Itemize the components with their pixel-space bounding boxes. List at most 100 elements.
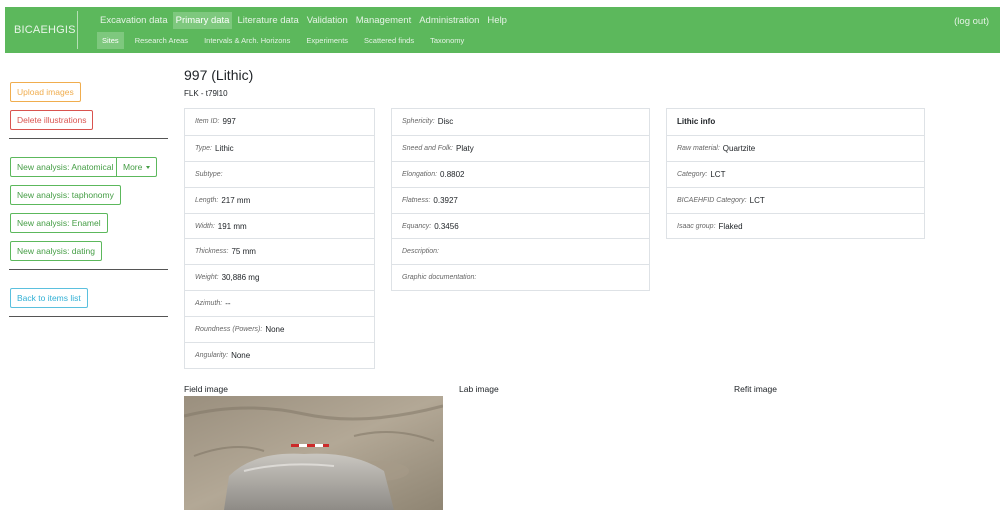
field-value: 0.3927 [433, 195, 458, 205]
field-label: BICAEHFID Category: [677, 196, 747, 204]
field-label: Item ID: [195, 118, 220, 126]
table-row: Length: 217 mm [185, 186, 374, 213]
field-label: Sneed and Folk: [402, 144, 453, 152]
field-photo-graphic [184, 396, 443, 510]
menu-help[interactable]: Help [484, 12, 510, 29]
top-navbar: BICAEHGIS Excavation data Primary data L… [5, 7, 1000, 53]
new-analysis-enamel-button[interactable]: New analysis: Enamel [10, 213, 108, 233]
table-row: Item ID: 997 [185, 109, 374, 135]
field-label: Thickness: [195, 248, 229, 256]
field-label: Length: [195, 196, 219, 204]
table-row: Subtype: [185, 160, 374, 187]
field-value: 217 mm [221, 195, 251, 205]
field-value: 191 mm [217, 221, 247, 231]
item-shape-table: Sphericity: Disc Sneed and Folk: Platy Elo… [391, 108, 650, 292]
logout-link[interactable]: (log out) [954, 16, 989, 27]
field-image[interactable] [184, 396, 443, 510]
table-row: Azimuth: -- [185, 290, 374, 316]
main-menu: Excavation data Primary data Literature … [97, 12, 512, 29]
submenu-taxonomy[interactable]: Taxonomy [425, 32, 469, 49]
table-row: Sneed and Folk: Platy [392, 134, 649, 161]
field-label: Flatness: [402, 196, 431, 204]
field-value: 0.3456 [434, 221, 459, 231]
table-row: Type: Lithic [185, 134, 374, 161]
field-label: Sphericity: [402, 118, 435, 126]
new-analysis-dating-button[interactable]: New analysis: dating [10, 241, 102, 261]
field-value: 997 [222, 117, 236, 127]
lab-image-label: Lab image [459, 384, 499, 394]
field-label: Roundness (Powers): [195, 326, 263, 334]
field-value: Flaked [718, 221, 743, 231]
menu-primary-data[interactable]: Primary data [172, 12, 233, 29]
field-value: None [231, 350, 251, 360]
field-value: Quartzite [722, 143, 756, 153]
field-label: Equancy: [402, 222, 432, 230]
table-row: Category: LCT [667, 160, 924, 187]
table-row: BICAEHFID Category: LCT [667, 186, 924, 213]
menu-excavation-data[interactable]: Excavation data [97, 12, 171, 29]
sidebar-divider [9, 316, 168, 317]
page-title: 997 (Lithic) [184, 67, 254, 83]
table-row: Weight: 30,886 mg [185, 264, 374, 290]
table-row: Sphericity: Disc [392, 109, 649, 135]
field-value: 0.8802 [440, 169, 465, 179]
submenu-experiments[interactable]: Experiments [301, 32, 353, 49]
refit-image-label: Refit image [734, 384, 777, 394]
submenu-research-areas[interactable]: Research Areas [130, 32, 193, 49]
field-value: LCT [749, 195, 765, 205]
table-row: Angularity: None [185, 342, 374, 368]
table-row: Isaac group: Flaked [667, 212, 924, 239]
new-analysis-taphonomy-button[interactable]: New analysis: taphonomy [10, 185, 121, 205]
new-analysis-anatomical-button[interactable]: New analysis: Anatomical [10, 157, 121, 177]
field-label: Isaac group: [677, 222, 716, 230]
menu-literature-data[interactable]: Literature data [234, 12, 301, 29]
submenu-sites[interactable]: Sites [97, 32, 124, 49]
table-row: Equancy: 0.3456 [392, 212, 649, 239]
field-label: Graphic documentation: [402, 274, 477, 282]
table-row: Roundness (Powers): None [185, 316, 374, 342]
item-measurements-table: Item ID: 997 Type: Lithic Subtype: Length:… [184, 108, 375, 369]
field-value: Lithic [215, 143, 234, 153]
table-row: Description: [392, 238, 649, 264]
more-dropdown-button[interactable]: More [116, 157, 158, 177]
delete-illustrations-button[interactable]: Delete illustrations [10, 110, 94, 130]
more-label: More [123, 162, 143, 172]
brand-logo[interactable]: BICAEHGIS [14, 24, 76, 36]
field-label: Angularity: [195, 351, 229, 359]
field-label: Subtype: [195, 170, 223, 178]
field-image-label: Field image [184, 384, 228, 394]
caret-down-icon [146, 166, 151, 170]
field-value: -- [225, 299, 231, 309]
submenu-scattered-finds[interactable]: Scattered finds [359, 32, 419, 49]
table-row: Width: 191 mm [185, 212, 374, 239]
field-value: LCT [710, 169, 726, 179]
field-value: 75 mm [231, 247, 256, 257]
field-label: Width: [195, 222, 215, 230]
field-label: Azimuth: [195, 300, 223, 308]
menu-administration[interactable]: Administration [416, 12, 482, 29]
field-value: Disc [437, 117, 454, 127]
field-label: Category: [677, 170, 708, 178]
field-value: 30,886 mg [221, 273, 260, 283]
table-row: Flatness: 0.3927 [392, 186, 649, 213]
upload-images-button[interactable]: Upload images [10, 82, 81, 102]
back-to-items-button[interactable]: Back to items list [10, 288, 88, 308]
lithic-info-table: Lithic info Raw material: Quartzite Categ… [666, 108, 925, 240]
table-row: Elongation: 0.8802 [392, 160, 649, 187]
table-row: Graphic documentation: [392, 264, 649, 290]
submenu-intervals-horizons[interactable]: Intervals & Arch. Horizons [199, 32, 295, 49]
sub-menu: Sites Research Areas Intervals & Arch. H… [97, 32, 475, 49]
field-label: Weight: [195, 274, 219, 282]
sidebar-divider [9, 138, 168, 139]
menu-management[interactable]: Management [353, 12, 414, 29]
field-label: Elongation: [402, 170, 438, 178]
field-label: Type: [195, 144, 212, 152]
brand-divider [77, 11, 78, 49]
page-subtitle: FLK - t79l10 [184, 89, 228, 98]
menu-validation[interactable]: Validation [304, 12, 351, 29]
field-label: Raw material: [677, 144, 720, 152]
field-value: None [265, 325, 285, 335]
table-row: Thickness: 75 mm [185, 238, 374, 264]
field-value: Platy [455, 143, 474, 153]
sidebar-divider [9, 269, 168, 270]
